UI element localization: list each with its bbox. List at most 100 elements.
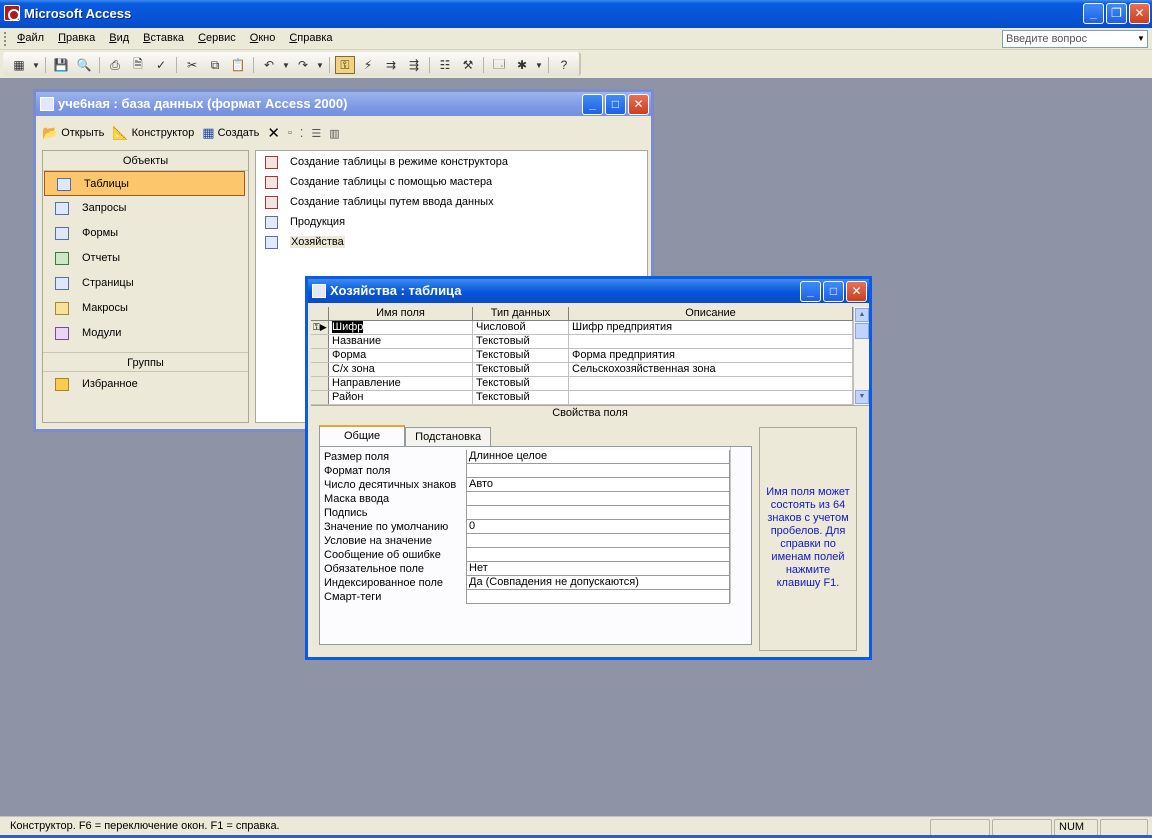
db-minimize-button[interactable]: _: [582, 94, 603, 115]
minimize-button[interactable]: _: [1083, 3, 1104, 24]
chevron-down-icon[interactable]: ▼: [316, 56, 324, 74]
design-button[interactable]: 📐 Конструктор: [112, 125, 194, 141]
column-header-data-type[interactable]: Тип данных: [473, 307, 569, 320]
row-selector[interactable]: [311, 335, 329, 348]
data-type-cell[interactable]: Текстовый: [473, 335, 569, 348]
table-row[interactable]: Форма Текстовый Форма предприятия: [311, 349, 853, 363]
list-view-icon[interactable]: ☰: [311, 127, 321, 140]
group-favorites[interactable]: Избранное: [43, 372, 248, 397]
list-item[interactable]: Создание таблицы путем ввода данных: [256, 192, 647, 212]
ask-question-box[interactable]: Введите вопрос ▼: [1002, 30, 1148, 48]
description-cell[interactable]: [569, 377, 853, 390]
table-minimize-button[interactable]: _: [800, 281, 821, 302]
scroll-down-icon[interactable]: ▼: [855, 390, 869, 404]
row-selector[interactable]: [311, 391, 329, 404]
field-name-cell[interactable]: Название: [329, 335, 473, 348]
property-value[interactable]: [466, 534, 730, 548]
object-modules[interactable]: Модули: [43, 321, 248, 346]
delete-rows-icon[interactable]: ⇶: [404, 56, 424, 74]
chevron-down-icon[interactable]: ▼: [282, 56, 290, 74]
delete-icon[interactable]: ✕: [267, 124, 280, 142]
menu-file[interactable]: Файл: [10, 32, 51, 44]
object-pages[interactable]: Страницы: [43, 271, 248, 296]
grid-vertical-scrollbar[interactable]: ▲ ▼: [853, 307, 869, 405]
small-icons-icon[interactable]: ⁚: [300, 127, 304, 140]
property-value[interactable]: [466, 548, 730, 562]
field-name-cell[interactable]: Направление: [329, 377, 473, 390]
field-name-cell[interactable]: Форма: [329, 349, 473, 362]
column-header-field-name[interactable]: Имя поля: [329, 307, 473, 320]
build-icon[interactable]: ⚒: [458, 56, 478, 74]
print-icon[interactable]: ⎙: [105, 56, 125, 74]
create-button[interactable]: ▦ Создать: [202, 125, 259, 141]
tab-lookup[interactable]: Подстановка: [405, 427, 492, 446]
undo-icon[interactable]: ↶: [259, 56, 279, 74]
description-cell[interactable]: [569, 391, 853, 404]
menu-edit[interactable]: Правка: [51, 32, 102, 44]
menu-help[interactable]: Справка: [282, 32, 339, 44]
menu-view[interactable]: Вид: [102, 32, 136, 44]
table-row[interactable]: Название Текстовый: [311, 335, 853, 349]
scroll-up-icon[interactable]: ▲: [855, 308, 869, 322]
table-close-button[interactable]: ✕: [846, 281, 867, 302]
property-value[interactable]: Нет: [466, 562, 730, 576]
primary-key-icon[interactable]: ⚿: [335, 56, 355, 74]
chevron-down-icon[interactable]: ▼: [1135, 31, 1147, 47]
scroll-thumb[interactable]: [855, 323, 869, 339]
object-tables[interactable]: Таблицы: [44, 171, 245, 196]
property-value[interactable]: [466, 492, 730, 506]
row-selector-key-icon[interactable]: ⚿▶: [311, 321, 329, 334]
table-row[interactable]: С/х зона Текстовый Сельскохозяйственная …: [311, 363, 853, 377]
list-item[interactable]: Хозяйства: [256, 232, 647, 252]
tab-general[interactable]: Общие: [319, 425, 406, 446]
table-row[interactable]: ⚿▶ Шифр Числовой Шифр предприятия: [311, 321, 853, 335]
paste-icon[interactable]: 📋: [228, 56, 248, 74]
property-value[interactable]: 0: [466, 520, 730, 534]
object-forms[interactable]: Формы: [43, 221, 248, 246]
menu-grip[interactable]: [4, 32, 7, 46]
database-window-icon[interactable]: 🗔: [489, 56, 509, 74]
print-preview-icon[interactable]: 🗎: [128, 56, 148, 74]
property-value[interactable]: Авто: [466, 478, 730, 492]
property-value[interactable]: [466, 506, 730, 520]
large-icons-icon[interactable]: ▫: [288, 127, 292, 139]
chevron-down-icon[interactable]: ▼: [32, 56, 40, 74]
data-type-cell[interactable]: Текстовый: [473, 349, 569, 362]
file-search-icon[interactable]: 🔍: [74, 56, 94, 74]
property-value[interactable]: [466, 590, 730, 604]
properties-icon[interactable]: ☷: [435, 56, 455, 74]
menu-window[interactable]: Окно: [243, 32, 283, 44]
description-cell[interactable]: Шифр предприятия: [569, 321, 853, 334]
restore-button[interactable]: ❐: [1106, 3, 1127, 24]
save-icon[interactable]: 💾: [51, 56, 71, 74]
data-type-cell[interactable]: Числовой: [473, 321, 569, 334]
indexes-icon[interactable]: ⚡: [358, 56, 378, 74]
property-value[interactable]: Длинное целое: [466, 450, 730, 464]
close-button[interactable]: ✕: [1129, 3, 1150, 24]
description-cell[interactable]: [569, 335, 853, 348]
grid-corner[interactable]: [311, 307, 329, 320]
data-type-cell[interactable]: Текстовый: [473, 377, 569, 390]
data-type-cell[interactable]: Текстовый: [473, 391, 569, 404]
details-view-icon[interactable]: ▥: [329, 127, 339, 140]
insert-rows-icon[interactable]: ⇉: [381, 56, 401, 74]
object-macros[interactable]: Макросы: [43, 296, 248, 321]
spelling-icon[interactable]: ✓: [151, 56, 171, 74]
open-button[interactable]: 📂 Открыть: [42, 125, 104, 141]
cut-icon[interactable]: ✂: [182, 56, 202, 74]
property-value[interactable]: Да (Совпадения не допускаются): [466, 576, 730, 590]
data-type-cell[interactable]: Текстовый: [473, 363, 569, 376]
list-item[interactable]: Создание таблицы с помощью мастера: [256, 172, 647, 192]
table-window-title-bar[interactable]: Хозяйства : таблица _ □ ✕: [308, 279, 869, 303]
field-name-cell[interactable]: Шифр: [329, 321, 473, 334]
help-icon[interactable]: ?: [554, 56, 574, 74]
db-close-button[interactable]: ✕: [628, 94, 649, 115]
view-icon[interactable]: ▦: [9, 56, 29, 74]
list-item[interactable]: Продукция: [256, 212, 647, 232]
database-window-title-bar[interactable]: уче6ная : база данных (формат Access 200…: [36, 92, 651, 116]
redo-icon[interactable]: ↷: [293, 56, 313, 74]
row-selector[interactable]: [311, 377, 329, 390]
object-reports[interactable]: Отчеты: [43, 246, 248, 271]
description-cell[interactable]: Сельскохозяйственная зона: [569, 363, 853, 376]
column-header-description[interactable]: Описание: [569, 307, 853, 320]
